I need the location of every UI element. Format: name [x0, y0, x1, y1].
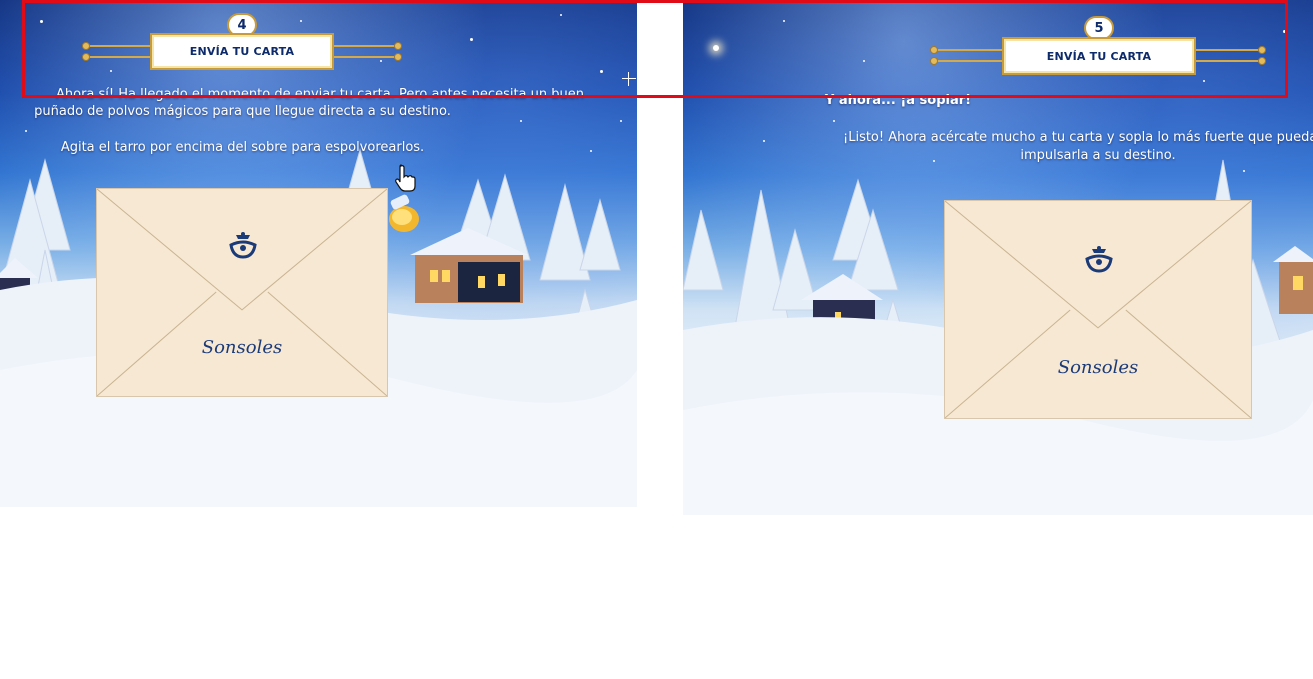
magic-dust-jar-icon[interactable] — [383, 193, 423, 235]
letter-envelope[interactable]: Sonsoles — [96, 188, 388, 397]
instruction-line-2: impulsarla a su destino. — [1020, 148, 1176, 163]
recipient-name: Sonsoles — [1057, 357, 1139, 378]
section-title: ENVÍA TU CARTA — [150, 33, 334, 70]
instruction-line-3: Agita el tarro por encima del sobre para… — [60, 140, 425, 155]
step-heading: Y ahora... ¡a soplar! — [824, 93, 972, 108]
instruction-line-1: ¡Listo! Ahora acércate mucho a tu carta … — [843, 130, 1313, 145]
section-title: ENVÍA TU CARTA — [1002, 37, 1196, 75]
step-5-panel: 5 ENVÍA TU CARTA Y ahora... ¡a soplar! ¡… — [683, 0, 1313, 515]
cabin-right — [1273, 246, 1313, 314]
hand-pointer-icon — [395, 164, 416, 192]
correos-post-horn-icon — [229, 232, 257, 259]
envelope-flap-lines — [97, 189, 387, 396]
letter-envelope[interactable]: Sonsoles — [944, 200, 1252, 419]
envelope-flap-lines — [945, 201, 1251, 418]
step-4-panel: 4 ENVÍA TU CARTA Ahora sí! Ha llegado el… — [0, 0, 637, 507]
correos-post-horn-icon — [1085, 246, 1113, 273]
recipient-name: Sonsoles — [201, 337, 283, 358]
instruction-line-1: Ahora sí! Ha llegado el momento de envia… — [55, 87, 584, 102]
instruction-line-2: puñado de polvos mágicos para que llegue… — [34, 104, 451, 119]
